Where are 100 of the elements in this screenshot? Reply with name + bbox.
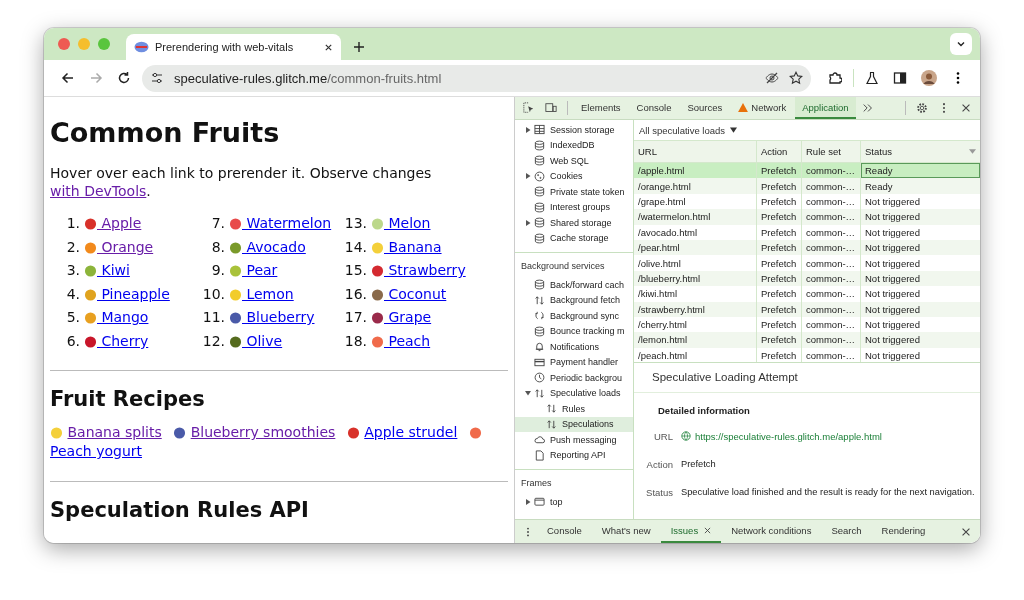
table-row[interactable]: /kiwi.html Prefetch common-… Not triggered bbox=[634, 286, 980, 302]
fruit-link[interactable]: Mango bbox=[84, 309, 149, 326]
disclosure-triangle-icon[interactable] bbox=[525, 126, 531, 133]
back-icon[interactable] bbox=[61, 71, 75, 85]
settings-icon[interactable] bbox=[916, 102, 928, 114]
sidebar-item[interactable]: Payment handler bbox=[515, 354, 633, 370]
sidebar-item[interactable]: Web SQL bbox=[515, 153, 633, 169]
column-header[interactable]: Status bbox=[861, 141, 980, 162]
sidebar-item[interactable]: Background sync bbox=[515, 308, 633, 324]
address-bar[interactable]: speculative-rules.glitch.me/common-fruits.html bbox=[142, 64, 811, 92]
disclosure-triangle-icon[interactable] bbox=[525, 173, 531, 180]
devtools-tab[interactable]: Sources bbox=[680, 97, 730, 119]
fruit-link[interactable]: Pear bbox=[229, 262, 278, 279]
fruit-link[interactable]: Lemon bbox=[229, 285, 294, 302]
sidebar-item[interactable]: Speculations bbox=[515, 416, 633, 432]
table-row[interactable]: /avocado.html Prefetch common-… Not triggered bbox=[634, 224, 980, 240]
drawer-tab[interactable]: Console bbox=[537, 520, 592, 543]
devtools-tab[interactable]: Elements bbox=[574, 97, 628, 119]
drawer-tab[interactable]: What's new bbox=[591, 520, 661, 543]
table-row[interactable]: /peach.html Prefetch common-… Not triggered bbox=[634, 347, 980, 362]
sidebar-item[interactable]: Push messaging bbox=[515, 432, 633, 448]
tab-search-button[interactable] bbox=[950, 33, 972, 55]
fruit-link[interactable]: Kiwi bbox=[84, 262, 130, 279]
fruit-link[interactable]: Olive bbox=[229, 332, 283, 349]
fruit-link[interactable]: Strawberry bbox=[371, 262, 466, 279]
fruit-link[interactable]: Avocado bbox=[229, 238, 306, 255]
drawer-tab[interactable]: Network conditions bbox=[721, 520, 822, 543]
profile-avatar[interactable] bbox=[921, 70, 937, 86]
close-tab-icon[interactable] bbox=[704, 527, 712, 534]
table-row[interactable]: /strawberry.html Prefetch common-… Not triggered bbox=[634, 301, 980, 317]
fruit-link[interactable]: Pineapple bbox=[84, 285, 170, 302]
table-row[interactable]: /blueberry.html Prefetch common-… Not triggered bbox=[634, 270, 980, 287]
devtools-tab[interactable]: Console bbox=[629, 97, 679, 119]
sidebar-item[interactable]: Shared storage bbox=[515, 215, 633, 231]
fruit-link[interactable]: Grape bbox=[371, 309, 432, 326]
recipe-link[interactable]: Blueberry smoothies bbox=[190, 423, 336, 440]
disclosure-triangle-icon[interactable] bbox=[525, 219, 531, 226]
fruit-link[interactable]: Banana bbox=[371, 238, 442, 255]
sidebar-item[interactable]: Back/forward cach bbox=[515, 277, 633, 293]
new-tab-icon[interactable] bbox=[353, 41, 365, 53]
sidebar-item[interactable]: IndexedDB bbox=[515, 137, 633, 153]
filter-dropdown[interactable]: All speculative loads bbox=[639, 124, 738, 136]
eye-slash-icon[interactable] bbox=[765, 71, 779, 85]
side-panel-icon[interactable] bbox=[893, 71, 907, 85]
inspect-element-icon[interactable] bbox=[523, 102, 535, 114]
sidebar-item[interactable]: Rules bbox=[515, 401, 633, 417]
sidebar-item[interactable]: Private state token bbox=[515, 184, 633, 200]
table-row[interactable]: /apple.html Prefetch common-… Ready bbox=[634, 163, 980, 179]
recipe-link[interactable]: Apple strudel bbox=[364, 423, 458, 440]
devtools-tab[interactable]: Network bbox=[731, 97, 794, 119]
bookmark-star-icon[interactable] bbox=[789, 71, 803, 85]
fruit-link[interactable]: Orange bbox=[84, 238, 154, 255]
fruit-link[interactable]: Watermelon bbox=[229, 215, 332, 231]
table-row[interactable]: /lemon.html Prefetch common-… Not triggered bbox=[634, 332, 980, 348]
fruit-link[interactable]: Blueberry bbox=[229, 309, 315, 326]
sidebar-item[interactable]: Cookies bbox=[515, 168, 633, 184]
disclosure-triangle-icon[interactable] bbox=[525, 390, 531, 397]
drawer-menu-icon[interactable] bbox=[525, 525, 531, 538]
sidebar-item[interactable]: Session storage bbox=[515, 122, 633, 138]
sidebar-item[interactable]: top bbox=[515, 494, 633, 510]
browser-tab[interactable]: Prerendering with web-vitals bbox=[126, 34, 341, 60]
fruit-link[interactable]: Apple bbox=[84, 215, 142, 231]
table-row[interactable]: /watermelon.html Prefetch common-… Not triggered bbox=[634, 209, 980, 225]
puzzle-piece-icon[interactable] bbox=[828, 71, 842, 85]
device-toolbar-icon[interactable] bbox=[545, 102, 557, 114]
site-info-icon[interactable] bbox=[150, 71, 164, 85]
table-row[interactable]: /pear.html Prefetch common-… Not triggered bbox=[634, 239, 980, 256]
drawer-tab[interactable]: Rendering bbox=[871, 520, 936, 543]
flask-icon[interactable] bbox=[865, 71, 879, 85]
sidebar-item[interactable]: Periodic backgrou bbox=[515, 370, 633, 386]
table-cell-text: Not triggered bbox=[864, 271, 921, 286]
sidebar-item[interactable]: Cache storage bbox=[515, 230, 633, 246]
devtools-link[interactable]: with DevTools bbox=[50, 183, 147, 199]
sidebar-item[interactable]: Speculative loads bbox=[515, 385, 633, 401]
fruit-link[interactable]: Melon bbox=[371, 215, 431, 231]
more-tabs-chevron-icon[interactable] bbox=[861, 102, 874, 114]
drawer-tab[interactable]: Search bbox=[821, 520, 872, 543]
sidebar-item[interactable]: Background fetch bbox=[515, 292, 633, 308]
table-row[interactable]: /orange.html Prefetch common-… Ready bbox=[634, 178, 980, 194]
sidebar-item[interactable]: Reporting API bbox=[515, 447, 633, 463]
recipe-link[interactable]: Peach yogurt bbox=[50, 442, 142, 459]
close-window-button[interactable] bbox=[58, 38, 70, 50]
fruit-link[interactable]: Coconut bbox=[371, 285, 447, 302]
sidebar-item[interactable]: Bounce tracking m bbox=[515, 323, 633, 339]
fruit-link[interactable]: Peach bbox=[371, 332, 431, 349]
column-header[interactable]: Action bbox=[757, 141, 802, 162]
close-tab-icon[interactable] bbox=[324, 42, 333, 52]
table-row[interactable]: /olive.html Prefetch common-… Not triggered bbox=[634, 255, 980, 271]
column-header[interactable]: Rule set bbox=[802, 141, 861, 162]
sidebar-item[interactable]: Interest groups bbox=[515, 199, 633, 215]
fruit-link[interactable]: Cherry bbox=[84, 332, 149, 349]
reload-icon[interactable] bbox=[117, 71, 131, 85]
close-icon[interactable] bbox=[960, 102, 972, 114]
column-header[interactable]: URL bbox=[634, 141, 757, 162]
devtools-tab[interactable]: Application bbox=[795, 97, 856, 119]
url-link[interactable]: https://speculative-rules.glitch.me/apple.html bbox=[695, 430, 882, 442]
recipe-link[interactable]: Banana splits bbox=[67, 423, 162, 440]
disclosure-triangle-icon[interactable] bbox=[525, 498, 531, 505]
drawer-tab[interactable]: Issues bbox=[660, 520, 722, 543]
sidebar-item[interactable]: Notifications bbox=[515, 339, 633, 355]
